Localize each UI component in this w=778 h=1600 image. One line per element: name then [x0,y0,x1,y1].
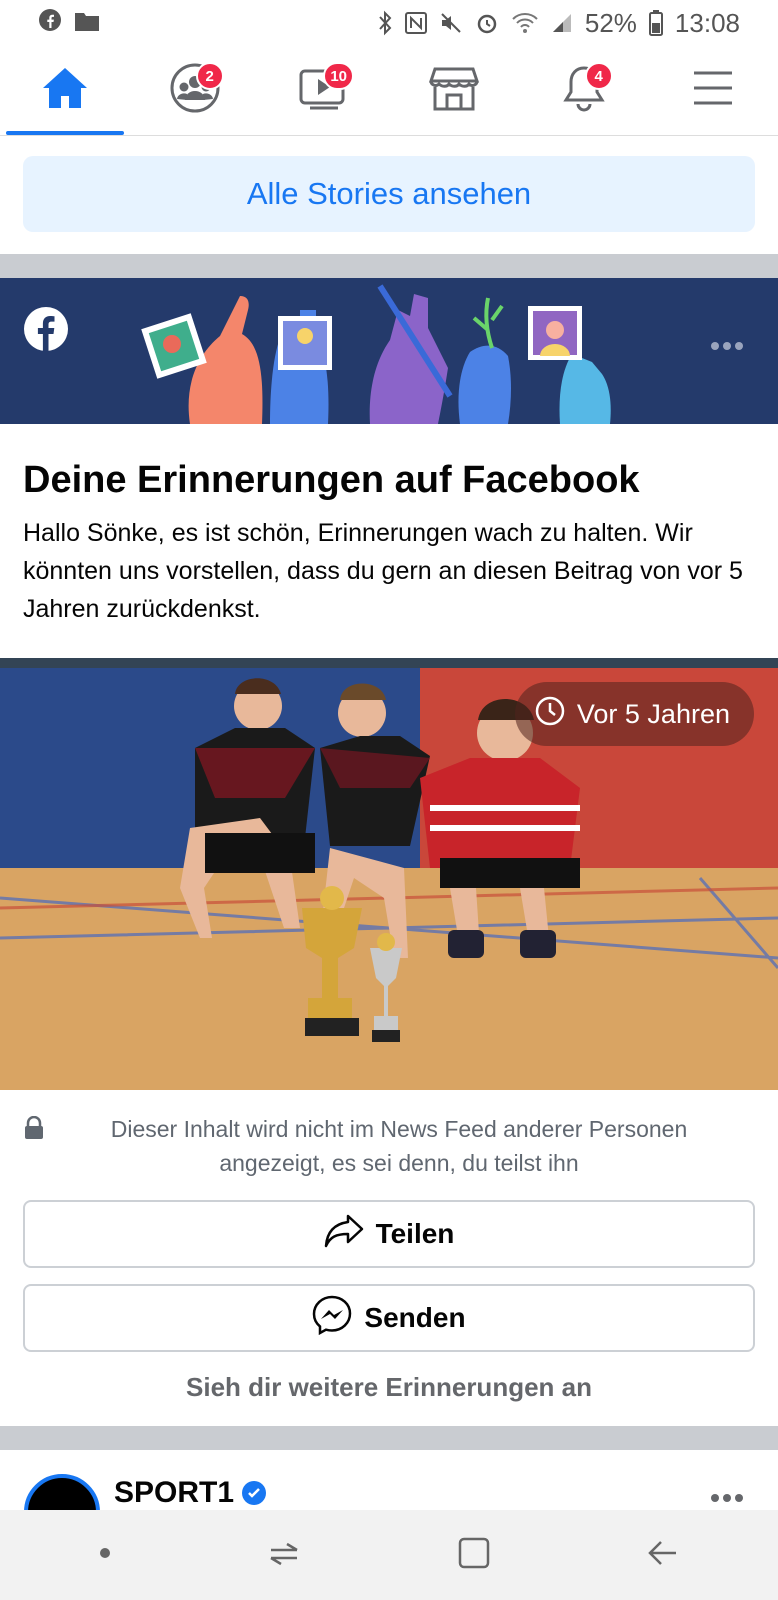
clock: 13:08 [674,7,740,38]
nfc-icon [404,12,427,34]
alarm-icon [475,11,499,35]
memories-banner [0,278,778,424]
android-navigation-bar [0,1510,778,1600]
bluetooth-icon [377,10,393,36]
memories-title: Deine Erinnerungen auf Facebook [23,459,640,501]
tab-home[interactable] [0,46,130,135]
next-post-header: SPORT1 [0,1450,778,1550]
clock-icon [535,696,565,733]
mute-icon [439,11,463,35]
tab-notifications[interactable]: 4 [519,46,649,135]
memory-age-badge: Vor 5 Jahren [514,682,754,746]
send-label: Senden [364,1302,466,1333]
notifications-badge: 4 [584,62,613,90]
feed-separator [0,254,778,278]
hamburger-menu-icon [692,70,734,111]
home-button-icon[interactable] [457,1536,491,1575]
facebook-logo-icon [23,306,69,357]
stories-section: Alle Stories ansehen [0,136,778,254]
groups-badge: 2 [195,62,224,90]
memory-age-label: Vor 5 Jahren [576,698,730,729]
more-options-icon[interactable] [710,338,744,356]
tab-marketplace[interactable] [389,46,519,135]
privacy-note: Dieser Inhalt wird nicht im News Feed an… [0,1090,778,1200]
status-left [38,8,100,39]
memory-photo[interactable]: Vor 5 Jahren [0,658,778,1090]
share-arrow-icon [324,1214,364,1255]
lock-icon [24,1115,44,1200]
battery-percent: 52% [584,7,637,38]
top-navigation: 2 10 4 [0,46,778,136]
wifi-icon [511,12,539,34]
verified-badge-icon [242,1481,267,1505]
status-right: 52% 13:08 [377,8,740,39]
more-memories-link[interactable]: Sieh dir weitere Erinnerungen an [0,1372,778,1403]
privacy-note-text: Dieser Inhalt wird nicht im News Feed an… [110,1116,688,1176]
share-label: Teilen [375,1218,455,1249]
memories-text: Deine Erinnerungen auf Facebook Hallo Sö… [0,424,778,658]
messenger-icon [312,1295,352,1342]
watch-badge: 10 [323,62,355,90]
folder-icon [74,8,100,39]
tab-watch[interactable]: 10 [259,46,389,135]
battery-icon [648,10,663,36]
home-icon [41,66,89,115]
share-button[interactable]: Teilen [23,1200,755,1268]
tab-menu[interactable] [648,46,778,135]
signal-icon [551,12,573,34]
tab-groups[interactable]: 2 [130,46,260,135]
feed-separator-2 [0,1426,778,1450]
memories-illustration [130,278,650,424]
page-name-row: SPORT1 [114,1476,267,1510]
back-arrow-icon[interactable] [646,1538,680,1573]
status-bar: 52% 13:08 [0,0,778,46]
assistant-dot-icon[interactable] [98,1546,112,1565]
recent-apps-icon[interactable] [267,1538,301,1573]
memories-body: Hallo Sönke, es ist schön, Erinnerungen … [23,519,743,623]
facebook-notification-icon [38,8,62,39]
marketplace-icon [428,65,479,116]
page-name[interactable]: SPORT1 [114,1476,234,1510]
send-button[interactable]: Senden [23,1284,755,1352]
post-more-options-icon[interactable] [710,1490,744,1508]
see-all-stories-button[interactable]: Alle Stories ansehen [23,156,755,232]
